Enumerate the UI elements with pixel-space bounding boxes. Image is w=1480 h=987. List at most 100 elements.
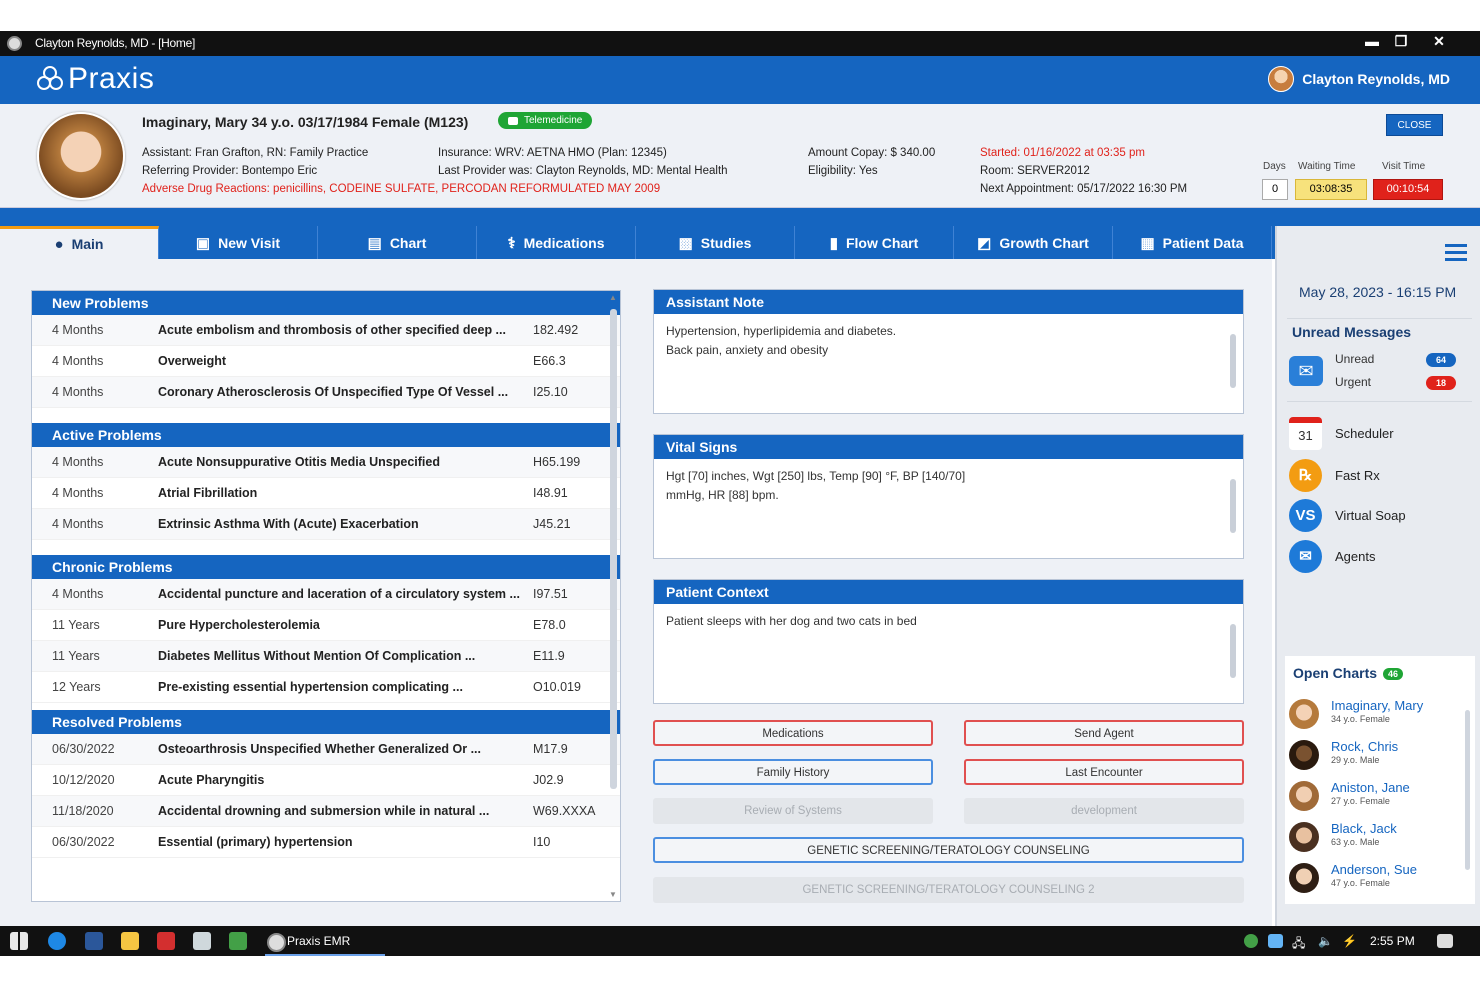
filezilla-icon[interactable] xyxy=(157,932,175,950)
problems-scrollbar[interactable]: ▲ ▼ xyxy=(608,293,618,899)
close-window-icon[interactable]: ✕ xyxy=(1424,33,1454,50)
family-history-button[interactable]: Family History xyxy=(653,759,933,785)
user-name: Clayton Reynolds, MD xyxy=(1302,71,1450,87)
tab-label: Medications xyxy=(523,234,605,251)
open-chart-item[interactable]: Imaginary, Mary 34 y.o. Female xyxy=(1289,696,1459,736)
word-icon[interactable] xyxy=(85,932,103,950)
rx-icon[interactable]: ℞ xyxy=(1289,459,1322,492)
patient-context-text[interactable]: Patient sleeps with her dog and two cats… xyxy=(654,604,1243,700)
green-app-icon[interactable] xyxy=(229,932,247,950)
hamburger-menu-icon[interactable] xyxy=(1445,244,1467,265)
problem-row[interactable]: 4 Months Overweight E66.3 xyxy=(32,346,620,377)
header-divider xyxy=(0,208,1480,226)
genetic-screening-button[interactable]: GENETIC SCREENING/TERATOLOGY COUNSELING xyxy=(653,837,1244,863)
vitals-scrollbar[interactable] xyxy=(1229,465,1237,549)
volume-tray-icon[interactable]: 🔈 xyxy=(1318,934,1333,948)
taskbar-clock[interactable]: 2:55 PM xyxy=(1370,934,1415,948)
scroll-thumb[interactable] xyxy=(610,309,617,789)
close-button[interactable]: CLOSE xyxy=(1386,114,1443,136)
open-chart-item[interactable]: Rock, Chris 29 y.o. Male xyxy=(1289,737,1459,777)
chart-name[interactable]: Imaginary, Mary xyxy=(1331,698,1423,713)
scroll-thumb[interactable] xyxy=(1465,710,1470,870)
last-encounter-button[interactable]: Last Encounter xyxy=(964,759,1244,785)
assistant-note-text[interactable]: Hypertension, hyperlipidemia and diabete… xyxy=(654,314,1243,410)
problem-row[interactable]: 12 Years Pre-existing essential hypertens… xyxy=(32,672,620,703)
fast-rx-link[interactable]: Fast Rx xyxy=(1335,468,1380,483)
problem-row[interactable]: 4 Months Acute embolism and thrombosis of… xyxy=(32,315,620,346)
windows-start-icon[interactable] xyxy=(10,932,28,950)
note-scrollbar[interactable] xyxy=(1229,320,1237,404)
urgent-label[interactable]: Urgent xyxy=(1335,375,1371,389)
days-label: Days xyxy=(1263,161,1286,172)
agents-icon[interactable]: ✉ xyxy=(1289,540,1322,573)
scroll-thumb[interactable] xyxy=(1230,479,1236,533)
review-of-systems-button[interactable]: Review of Systems xyxy=(653,798,933,824)
scroll-thumb[interactable] xyxy=(1230,624,1236,678)
problem-row[interactable]: 10/12/2020 Acute Pharyngitis J02.9 xyxy=(32,765,620,796)
envelope-icon[interactable]: ✉ xyxy=(1289,356,1323,386)
problem-row[interactable]: 06/30/2022 Essential (primary) hypertensi… xyxy=(32,827,620,858)
right-sidebar: May 28, 2023 - 16:15 PM Unread Messages … xyxy=(1275,226,1480,926)
tab-patient-data[interactable]: ▦ Patient Data xyxy=(1113,226,1272,259)
display-tray-icon[interactable] xyxy=(1268,934,1283,948)
tab-studies[interactable]: ▩ Studies xyxy=(636,226,795,259)
restore-icon[interactable]: ❐ xyxy=(1386,33,1416,50)
problem-row[interactable]: 11 Years Diabetes Mellitus Without Mentio… xyxy=(32,641,620,672)
folder-icon[interactable] xyxy=(121,932,139,950)
scheduler-link[interactable]: Scheduler xyxy=(1335,426,1394,441)
edge-icon[interactable] xyxy=(48,932,66,950)
problem-row[interactable]: 4 Months Coronary Atherosclerosis Of Unsp… xyxy=(32,377,620,408)
problem-row[interactable]: 06/30/2022 Osteoarthrosis Unspecified Whe… xyxy=(32,734,620,765)
development-button[interactable]: development xyxy=(964,798,1244,824)
patient-avatar xyxy=(1289,781,1319,811)
problem-row[interactable]: 11/18/2020 Accidental drowning and submer… xyxy=(32,796,620,827)
tab-label: Growth Chart xyxy=(999,234,1089,251)
tab-main[interactable]: ● Main xyxy=(0,226,159,259)
scroll-down-icon[interactable]: ▼ xyxy=(609,890,617,899)
network-tray-icon[interactable]: 🖧 xyxy=(1292,934,1305,955)
note-line: Back pain, anxiety and obesity xyxy=(666,343,829,357)
user-menu[interactable]: Clayton Reynolds, MD xyxy=(1268,66,1450,92)
telemedicine-badge[interactable]: Telemedicine xyxy=(498,112,593,129)
chart-name[interactable]: Black, Jack xyxy=(1331,821,1397,836)
chart-name[interactable]: Rock, Chris xyxy=(1331,739,1398,754)
scroll-up-icon[interactable]: ▲ xyxy=(609,293,617,302)
open-charts-scrollbar[interactable] xyxy=(1465,698,1471,888)
power-tray-icon[interactable]: ⚡ xyxy=(1342,934,1357,948)
context-scrollbar[interactable] xyxy=(1229,610,1237,694)
open-chart-item[interactable]: Anderson, Sue 47 y.o. Female xyxy=(1289,860,1459,900)
notepad-icon[interactable] xyxy=(193,932,211,950)
unread-label[interactable]: Unread xyxy=(1335,352,1374,366)
chart-name[interactable]: Aniston, Jane xyxy=(1331,780,1410,795)
problem-row[interactable]: 11 Years Pure Hypercholesterolemia E78.0 xyxy=(32,610,620,641)
problem-row[interactable]: 4 Months Extrinsic Asthma With (Acute) Ex… xyxy=(32,509,620,540)
vitals-line: Hgt [70] inches, Wgt [250] lbs, Temp [90… xyxy=(666,469,966,483)
virtual-soap-link[interactable]: Virtual Soap xyxy=(1335,508,1406,523)
problem-row[interactable]: 4 Months Accidental puncture and lacerati… xyxy=(32,579,620,610)
tab-flow-chart[interactable]: ▮ Flow Chart xyxy=(795,226,954,259)
adverse-list: penicillins, CODEINE SULFATE, PERCODAN R… xyxy=(273,183,661,195)
tab-chart[interactable]: ▤ Chart xyxy=(318,226,477,259)
vs-icon[interactable]: VS xyxy=(1289,499,1322,532)
tab-medications[interactable]: ⚕ Medications xyxy=(477,226,636,259)
chart-name[interactable]: Anderson, Sue xyxy=(1331,862,1417,877)
notification-icon[interactable] xyxy=(1437,934,1453,948)
problem-row[interactable]: 4 Months Acute Nonsuppurative Otitis Medi… xyxy=(32,447,620,478)
praxis-taskbar-app[interactable]: Praxis EMR xyxy=(265,926,385,956)
vital-signs-text[interactable]: Hgt [70] inches, Wgt [250] lbs, Temp [90… xyxy=(654,459,1243,555)
open-chart-item[interactable]: Aniston, Jane 27 y.o. Female xyxy=(1289,778,1459,818)
scroll-thumb[interactable] xyxy=(1230,334,1236,388)
problem-duration: 4 Months xyxy=(52,385,104,399)
security-tray-icon[interactable] xyxy=(1244,934,1258,948)
problem-row[interactable]: 4 Months Atrial Fibrillation I48.91 xyxy=(32,478,620,509)
calendar-icon[interactable]: 31 xyxy=(1289,417,1322,450)
agents-link[interactable]: Agents xyxy=(1335,549,1375,564)
minimize-icon[interactable]: ▬ xyxy=(1357,33,1387,49)
tab-growth-chart[interactable]: ◩ Growth Chart xyxy=(954,226,1113,259)
open-chart-item[interactable]: Black, Jack 63 y.o. Male xyxy=(1289,819,1459,859)
send-agent-button[interactable]: Send Agent xyxy=(964,720,1244,746)
medications-button[interactable]: Medications xyxy=(653,720,933,746)
genetic-screening-2-button[interactable]: GENETIC SCREENING/TERATOLOGY COUNSELING … xyxy=(653,877,1244,903)
visit-label: Visit Time xyxy=(1382,161,1426,172)
tab-new-visit[interactable]: ▣ New Visit xyxy=(159,226,318,259)
